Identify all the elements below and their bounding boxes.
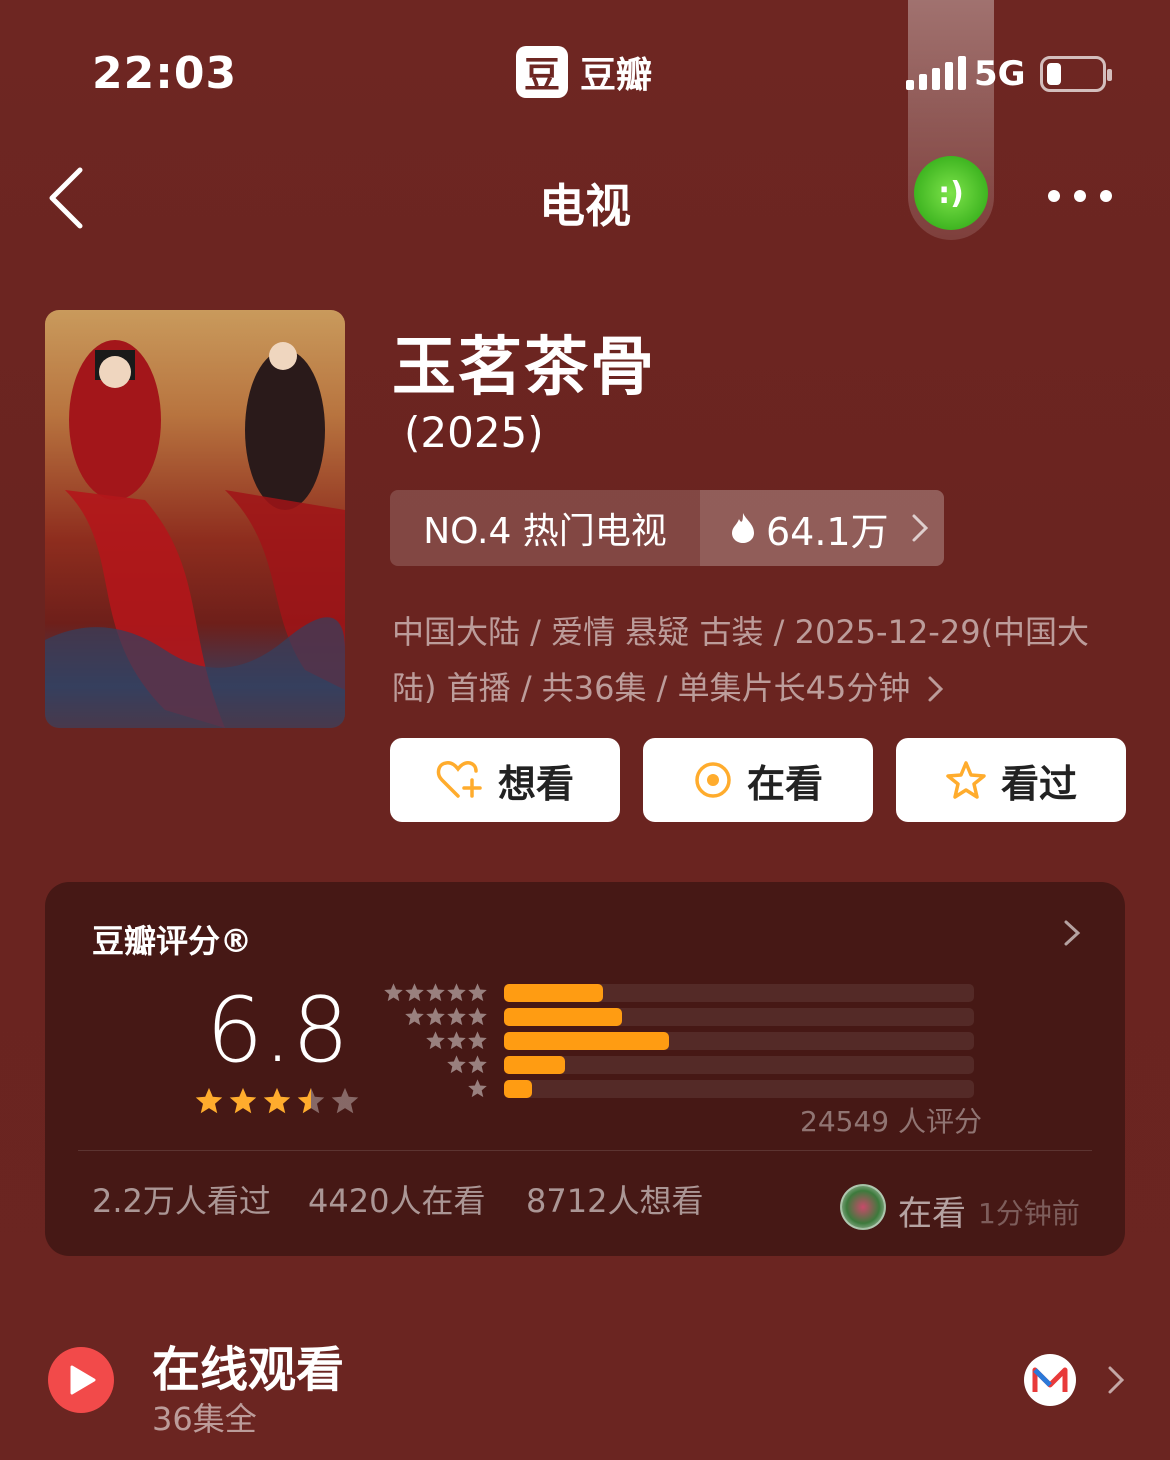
show-title: 玉茗茶骨 <box>392 331 656 405</box>
ranking-badge[interactable]: NO.4 热门电视 64.1万 <box>390 490 944 566</box>
distribution-bar-track <box>504 1056 974 1074</box>
star-icon <box>447 1055 466 1074</box>
friend-status: 在看 <box>898 1194 966 1234</box>
distribution-bar <box>504 1008 622 1026</box>
rating-label: 豆瓣评分® <box>92 922 253 960</box>
star-icon <box>426 1007 445 1026</box>
divider <box>78 1150 1092 1151</box>
star-icon <box>426 983 445 1002</box>
heat-indicator[interactable]: 64.1万 <box>700 490 944 566</box>
star-icon <box>447 983 466 1002</box>
star-icon <box>468 1031 487 1050</box>
distribution-row <box>384 1006 974 1028</box>
star-icon <box>297 1087 325 1114</box>
heart-plus-icon <box>436 761 482 798</box>
online-watch-subtitle: 36集全 <box>152 1400 257 1438</box>
chevron-right-icon[interactable] <box>1106 1364 1126 1396</box>
distribution-row <box>384 982 974 1004</box>
star-icon <box>426 1031 445 1050</box>
star-icon <box>229 1087 257 1114</box>
target-icon <box>695 762 731 798</box>
star-icon <box>263 1087 291 1114</box>
flame-icon <box>732 513 754 543</box>
want-to-watch-button[interactable]: 想看 <box>390 738 620 822</box>
chevron-right-icon <box>928 676 943 702</box>
watching-count[interactable]: 4420人在看 <box>308 1176 485 1222</box>
provider-logo-icon[interactable] <box>1024 1354 1076 1406</box>
vote-count: 24549 人评分 <box>800 1105 982 1138</box>
app-brand: 豆 豆瓣 <box>516 46 652 98</box>
distribution-bar-track <box>504 984 974 1002</box>
star-outline-icon <box>946 761 986 799</box>
rank-label[interactable]: NO.4 热门电视 <box>390 490 700 566</box>
page-title: 电视 <box>539 179 631 233</box>
battery-icon <box>1040 56 1112 92</box>
distribution-bar-track <box>504 1008 974 1026</box>
star-icon <box>405 983 424 1002</box>
star-icon <box>468 1079 487 1098</box>
distribution-row <box>384 1030 974 1052</box>
distribution-bar <box>504 1056 566 1074</box>
more-options-icon[interactable] <box>1048 190 1112 202</box>
want-count[interactable]: 8712人想看 <box>526 1176 703 1222</box>
distribution-bar-track <box>504 1032 974 1050</box>
distribution-row <box>384 1054 974 1076</box>
watched-button[interactable]: 看过 <box>896 738 1126 822</box>
play-icon[interactable] <box>48 1347 114 1413</box>
douban-logo-icon: 豆 <box>516 46 568 98</box>
star-icon <box>405 1007 424 1026</box>
watched-count[interactable]: 2.2万人看过 <box>92 1176 271 1222</box>
distribution-bar <box>504 1080 533 1098</box>
distribution-row <box>384 1078 974 1100</box>
star-icon <box>331 1087 359 1114</box>
star-icon <box>468 983 487 1002</box>
online-watch-title[interactable]: 在线观看 <box>152 1330 344 1400</box>
chevron-right-icon <box>912 514 928 542</box>
star-icon <box>384 983 403 1002</box>
status-time: 22:03 <box>92 48 238 99</box>
score-stars <box>194 1086 360 1116</box>
show-year: (2025) <box>404 408 544 457</box>
avatar[interactable] <box>840 1184 886 1230</box>
distribution-bar <box>504 984 603 1002</box>
distribution-bar <box>504 1032 669 1050</box>
star-icon <box>195 1087 223 1114</box>
friend-time: 1分钟前 <box>978 1197 1080 1230</box>
distribution-bar-track <box>504 1080 974 1098</box>
heat-value: 64.1万 <box>766 509 889 554</box>
star-icon <box>447 1007 466 1026</box>
star-icon <box>468 1055 487 1074</box>
rating-score: 6.8 <box>206 978 350 1083</box>
show-poster[interactable] <box>45 310 345 728</box>
star-icon <box>447 1031 466 1050</box>
app-name: 豆瓣 <box>580 55 653 96</box>
show-meta[interactable]: 中国大陆 / 爱情 悬疑 古装 / 2025-12-29(中国大陆) 首播 / … <box>392 604 1122 716</box>
watching-button[interactable]: 在看 <box>643 738 873 822</box>
chevron-right-icon[interactable] <box>1062 918 1082 948</box>
star-icon <box>468 1007 487 1026</box>
